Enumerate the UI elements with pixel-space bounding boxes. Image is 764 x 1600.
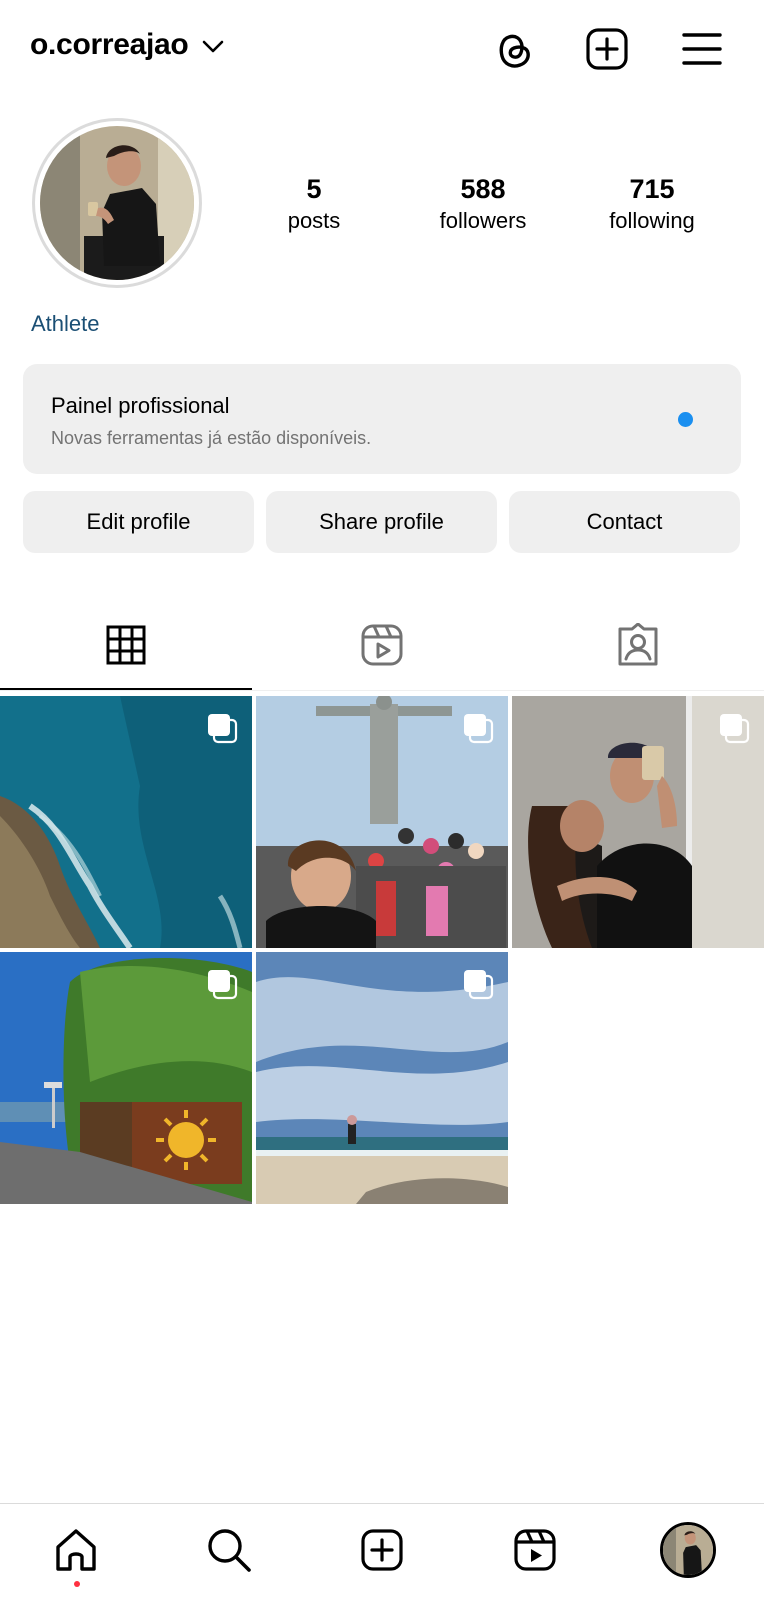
following-count: 715 (629, 174, 675, 204)
username: o.correajao (30, 28, 189, 61)
posts-label: posts (287, 208, 341, 233)
post-ocean-cliff[interactable] (0, 696, 252, 948)
profile-avatar-ring[interactable] (32, 118, 202, 288)
followers-count: 588 (460, 174, 506, 204)
carousel-icon (208, 970, 238, 1000)
carousel-icon (464, 970, 494, 1000)
profile-avatar (40, 126, 194, 280)
create-post-icon[interactable] (584, 26, 630, 72)
posts-count: 5 (306, 174, 322, 204)
carousel-icon (720, 714, 750, 744)
profile-avatar (660, 1522, 716, 1578)
edit-profile-button[interactable]: Edit profile (23, 491, 254, 553)
following-label: following (609, 208, 695, 233)
threads-icon[interactable] (491, 26, 537, 72)
stat-following[interactable]: 715 following (582, 172, 722, 236)
nav-search[interactable] (199, 1520, 259, 1580)
contact-button[interactable]: Contact (509, 491, 740, 553)
carousel-icon (208, 714, 238, 744)
nav-reels[interactable] (505, 1520, 565, 1580)
menu-icon[interactable] (679, 26, 725, 72)
nav-create[interactable] (352, 1520, 412, 1580)
new-indicator-dot (678, 412, 693, 427)
chevron-down-icon (203, 40, 224, 53)
bottom-navigation (0, 1503, 764, 1600)
followers-label: followers (439, 208, 527, 233)
panel-subtitle: Novas ferramentas já estão disponíveis. (51, 428, 372, 448)
tab-grid[interactable] (0, 600, 252, 690)
reels-icon (514, 1529, 556, 1571)
carousel-icon (464, 714, 494, 744)
search-icon (208, 1529, 251, 1572)
professional-dashboard[interactable]: Painel profissional Novas ferramentas já… (23, 364, 741, 474)
post-christ-redeemer[interactable] (256, 696, 508, 948)
top-bar: o.correajao (0, 0, 764, 100)
post-mirror-selfie[interactable] (512, 696, 764, 948)
panel-title: Painel profissional (51, 393, 230, 418)
profile-category[interactable]: Athlete (31, 311, 100, 337)
stat-posts[interactable]: 5 posts (244, 172, 384, 236)
tab-tagged[interactable] (512, 600, 764, 690)
post-beach[interactable] (256, 952, 508, 1204)
share-profile-button[interactable]: Share profile (266, 491, 497, 553)
tab-divider (0, 690, 764, 691)
nav-home[interactable] (46, 1520, 106, 1580)
post-sun-mural-road[interactable] (0, 952, 252, 1204)
reels-icon (361, 624, 403, 666)
account-switcher[interactable]: o.correajao (30, 28, 224, 62)
tab-reels[interactable] (256, 600, 508, 690)
tagged-icon (618, 623, 658, 666)
nav-profile[interactable] (658, 1520, 718, 1580)
grid-icon (106, 625, 146, 665)
home-notification-dot (74, 1581, 80, 1587)
home-icon (56, 1529, 96, 1571)
create-icon (361, 1529, 403, 1571)
stat-followers[interactable]: 588 followers (413, 172, 553, 236)
